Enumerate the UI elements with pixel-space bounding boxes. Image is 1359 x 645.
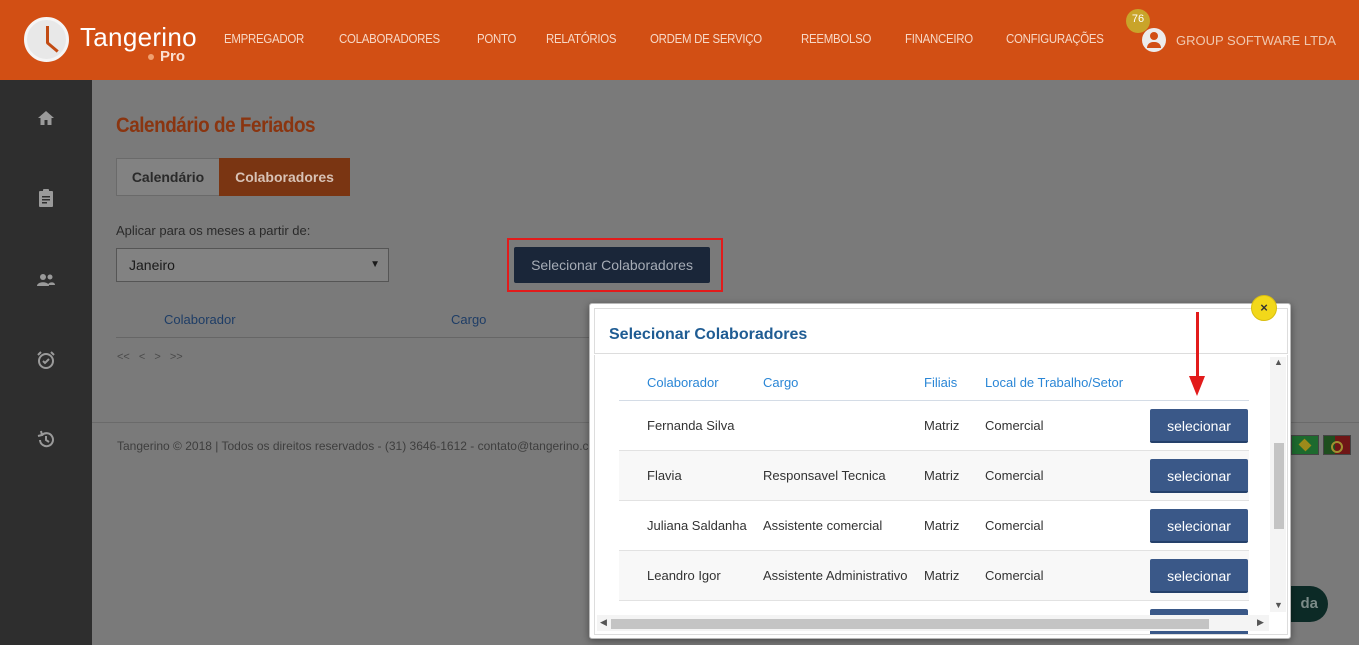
modal-close-icon[interactable]: ×: [1251, 295, 1277, 321]
logo-dot: [148, 54, 154, 60]
cell-cargo: Assistente Administrativo: [763, 568, 908, 583]
cell-filial: Matriz: [924, 518, 960, 533]
cell-cargo: Assistente comercial: [763, 518, 883, 533]
alarm-icon[interactable]: [36, 350, 56, 370]
cell-colaborador: Fernanda Silva: [647, 418, 735, 433]
modal-col-local[interactable]: Local de Trabalho/Setor: [985, 375, 1123, 390]
nav-configuracoes[interactable]: CONFIGURAÇÕES: [1006, 31, 1104, 46]
select-row-button[interactable]: selecionar: [1150, 559, 1248, 593]
top-header: Tangerino Pro EMPREGADOR COLABORADORES P…: [0, 0, 1359, 80]
modal-title: Selecionar Colaboradores: [609, 326, 808, 343]
cell-colaborador: Leandro Igor: [647, 568, 721, 583]
month-select-value: Janeiro: [129, 257, 175, 273]
company-name[interactable]: GROUP SOFTWARE LTDA: [1176, 33, 1336, 48]
flag-brazil-icon[interactable]: [1291, 435, 1319, 455]
select-row-button[interactable]: selecionar: [1150, 509, 1248, 543]
modal-body: Colaborador Cargo Filiais Local de Traba…: [594, 355, 1288, 635]
cell-filial: Matriz: [924, 418, 960, 433]
nav-ponto[interactable]: PONTO: [477, 31, 516, 46]
modal-col-filiais[interactable]: Filiais: [924, 375, 957, 390]
cell-colaborador: Flavia: [647, 468, 682, 483]
annotation-arrow-icon: [1189, 376, 1205, 396]
flag-portugal-icon[interactable]: [1323, 435, 1351, 455]
scroll-down-icon[interactable]: ▼: [1274, 600, 1283, 610]
users-icon[interactable]: [36, 270, 56, 290]
cell-colaborador: Juliana Saldanha: [647, 518, 747, 533]
nav-financeiro[interactable]: FINANCEIRO: [905, 31, 973, 46]
cell-local: Comercial: [985, 568, 1044, 583]
nav-colaboradores[interactable]: COLABORADORES: [339, 31, 440, 46]
table-row: Flavia Responsavel Tecnica Matriz Comerc…: [619, 451, 1249, 501]
notification-badge[interactable]: 76: [1126, 9, 1150, 33]
table-row: Fernanda Silva Matriz Comercial selecion…: [619, 401, 1249, 451]
logo-sub: Pro: [160, 48, 186, 65]
horizontal-scrollbar[interactable]: ◀ ▶: [597, 615, 1269, 631]
cell-filial: Matriz: [924, 568, 960, 583]
col-header-cargo[interactable]: Cargo: [451, 312, 486, 327]
nav-reembolso[interactable]: REEMBOLSO: [801, 31, 871, 46]
vertical-scroll-thumb[interactable]: [1274, 443, 1284, 529]
table-row: Leandro Igor Assistente Administrativo M…: [619, 551, 1249, 601]
modal-col-colaborador[interactable]: Colaborador: [647, 375, 719, 390]
nav-relatorios[interactable]: RELATÓRIOS: [546, 31, 617, 46]
vertical-scrollbar[interactable]: ▲ ▼: [1270, 357, 1286, 612]
main-nav: EMPREGADOR COLABORADORES PONTO RELATÓRIO…: [224, 31, 1141, 46]
clock-logo-icon[interactable]: [24, 17, 69, 62]
user-avatar-icon[interactable]: [1142, 28, 1166, 52]
select-row-button[interactable]: selecionar: [1150, 459, 1248, 493]
history-icon[interactable]: [36, 430, 56, 450]
page-title: Calendário de Feriados: [116, 114, 316, 137]
cell-cargo: Responsavel Tecnica: [763, 468, 886, 483]
clipboard-icon[interactable]: [36, 188, 56, 208]
caret-down-icon: ▼: [370, 259, 380, 270]
nav-ordem-servico[interactable]: ORDEM DE SERVIÇO: [650, 31, 762, 46]
nav-empregador[interactable]: EMPREGADOR: [224, 31, 304, 46]
scroll-up-icon[interactable]: ▲: [1274, 357, 1283, 367]
cell-filial: Matriz: [924, 468, 960, 483]
pagination[interactable]: << < > >>: [117, 351, 183, 363]
select-collaborators-modal: Selecionar Colaboradores Colaborador Car…: [589, 303, 1291, 639]
divider: [116, 337, 596, 338]
horizontal-scroll-thumb[interactable]: [611, 619, 1209, 629]
tab-colaboradores[interactable]: Colaboradores: [219, 158, 350, 196]
table-row: Juliana Saldanha Assistente comercial Ma…: [619, 501, 1249, 551]
cell-local: Comercial: [985, 518, 1044, 533]
home-icon[interactable]: [36, 108, 56, 128]
modal-col-cargo[interactable]: Cargo: [763, 375, 798, 390]
cell-local: Comercial: [985, 418, 1044, 433]
select-row-button[interactable]: selecionar: [1150, 409, 1248, 443]
month-select[interactable]: Janeiro ▼: [116, 248, 389, 282]
scroll-right-icon[interactable]: ▶: [1257, 617, 1264, 628]
col-header-colaborador[interactable]: Colaborador: [164, 312, 236, 327]
cell-local: Comercial: [985, 468, 1044, 483]
tab-calendario[interactable]: Calendário: [116, 158, 220, 196]
sidebar: [0, 80, 92, 645]
annotation-arrow-shaft: [1196, 312, 1199, 378]
select-collaborators-button[interactable]: Selecionar Colaboradores: [514, 247, 710, 283]
footer-text: Tangerino © 2018 | Todos os direitos res…: [117, 439, 592, 453]
modal-header: Selecionar Colaboradores: [594, 308, 1288, 354]
apply-months-label: Aplicar para os meses a partir de:: [116, 223, 311, 238]
scroll-left-icon[interactable]: ◀: [600, 617, 607, 628]
